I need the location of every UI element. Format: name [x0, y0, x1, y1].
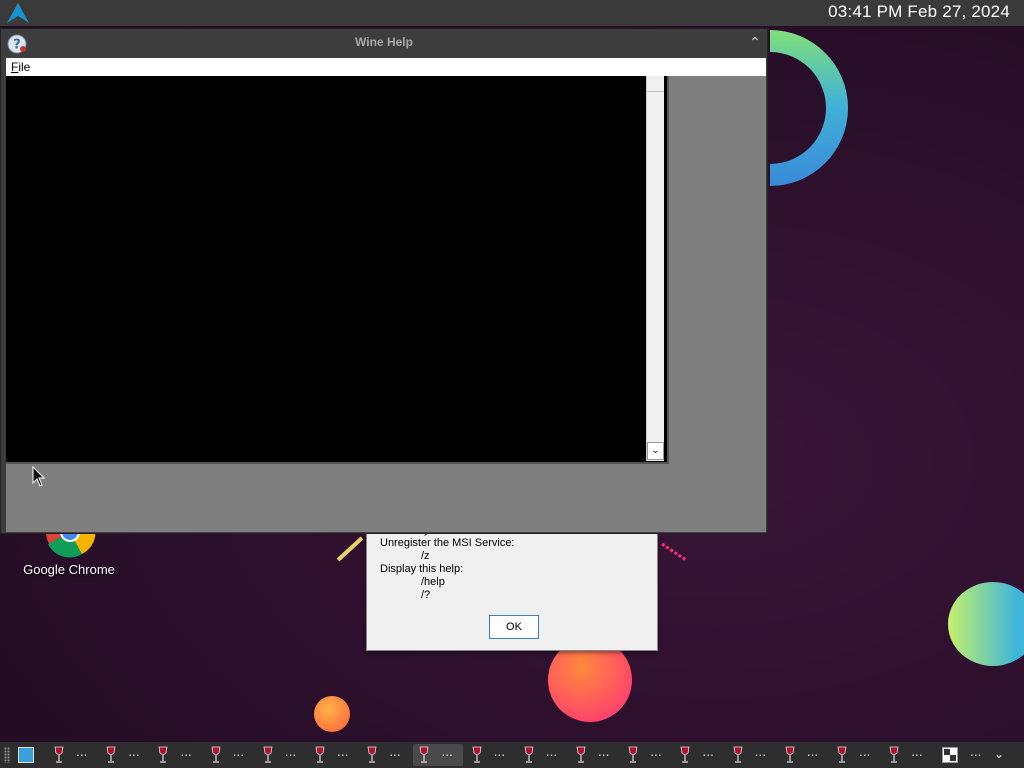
msi-help-line: Display this help: [380, 563, 464, 575]
task-label: ... [232, 745, 245, 759]
wine-glass-icon [733, 746, 743, 763]
task-label: ... [128, 745, 140, 759]
taskbar-task-button[interactable]: ... [100, 744, 150, 766]
task-label: ... [441, 745, 453, 759]
mouse-cursor-icon [32, 466, 46, 487]
workspace-switcher-icon[interactable] [942, 747, 958, 763]
taskbar-task-button[interactable]: ... [257, 744, 307, 766]
desktop-icon-label[interactable]: Google Chrome [14, 562, 124, 577]
taskbar-task-button[interactable]: ... [361, 744, 411, 766]
task-label: ... [859, 745, 871, 759]
taskbar-task-button[interactable]: ... [205, 744, 255, 766]
scroll-down-button[interactable]: ⌄ [647, 442, 664, 460]
wine-glass-icon [158, 746, 168, 763]
help-content-panel[interactable] [6, 76, 669, 464]
task-label: ... [598, 745, 610, 759]
decorative-pink-streak [661, 542, 687, 562]
scroll-up-button[interactable] [647, 76, 664, 92]
help-client-area: ⌄ [6, 76, 766, 532]
ok-button[interactable]: OK [489, 615, 539, 639]
task-label: ... [337, 745, 349, 759]
chevron-up-icon[interactable]: ⌃ [747, 35, 763, 51]
msi-help-line: Unregister the MSI Service: [380, 537, 515, 549]
msiexec-help-dialog: /y Unregister the MSI Service: /z Displa… [366, 524, 658, 651]
google-chrome-icon[interactable] [44, 530, 96, 558]
msi-help-line: /help [421, 576, 445, 588]
wine-glass-icon [315, 746, 325, 763]
task-label: ... [76, 745, 88, 759]
msi-help-text: /y Unregister the MSI Service: /z Displa… [380, 524, 515, 602]
clock[interactable]: 03:41 PM Feb 27, 2024 [828, 2, 1010, 22]
msi-help-line: /? [421, 589, 431, 601]
task-label: ... [389, 745, 401, 759]
wine-glass-icon [106, 746, 116, 763]
task-label: ... [911, 745, 923, 759]
chevron-down-icon[interactable]: ⌄ [994, 747, 1004, 761]
taskbar-task-button[interactable]: ... [831, 744, 881, 766]
vertical-scrollbar[interactable]: ⌄ [646, 76, 664, 461]
taskbar-task-button[interactable]: ... [309, 744, 359, 766]
wine-glass-icon [472, 746, 482, 763]
taskbar: ........................................… [0, 742, 1024, 768]
taskbar-task-button[interactable]: ... [779, 744, 829, 766]
wine-glass-icon [367, 746, 377, 763]
task-label: ... [806, 745, 819, 759]
wine-glass-icon [785, 746, 795, 763]
task-label: ... [545, 745, 558, 759]
menu-file-rest: ile [18, 60, 31, 74]
taskbar-task-button[interactable]: ... [570, 744, 620, 766]
wine-glass-icon [54, 746, 64, 763]
decorative-yellow-streak [336, 536, 364, 562]
wine-glass-icon [837, 746, 847, 763]
taskbar-task-button[interactable]: ... [518, 744, 568, 766]
menu-file[interactable]: File [11, 60, 30, 74]
top-panel: 03:41 PM Feb 27, 2024 [0, 0, 1024, 26]
msi-help-line: /z [421, 550, 430, 562]
wine-glass-icon [628, 746, 638, 763]
show-desktop-icon[interactable] [18, 747, 34, 763]
taskbar-task-button[interactable]: ... [413, 744, 464, 766]
task-label: ... [702, 745, 714, 759]
taskbar-task-button[interactable]: ... [727, 744, 777, 766]
wine-glass-icon [576, 746, 586, 763]
wine-help-window: ? Wine Help ⌃ File ⌄ [0, 28, 768, 534]
menu-bar: File [6, 58, 766, 76]
task-label: ... [493, 745, 506, 759]
taskbar-task-button[interactable]: ... [152, 744, 202, 766]
tray-overflow[interactable]: ... [970, 745, 981, 759]
taskbar-task-button[interactable]: ... [674, 744, 724, 766]
task-label: ... [180, 745, 192, 759]
wine-glass-icon [211, 746, 221, 763]
taskbar-task-button[interactable]: ... [48, 744, 98, 766]
wine-glass-icon [680, 746, 690, 763]
task-label: ... [650, 745, 662, 759]
wine-glass-icon [419, 746, 429, 763]
taskbar-grip[interactable] [4, 747, 10, 763]
wine-glass-icon [263, 746, 273, 763]
task-label: ... [754, 745, 767, 759]
decorative-small-ball [314, 696, 350, 732]
window-titlebar[interactable]: ? Wine Help ⌃ [1, 29, 767, 57]
window-title: Wine Help [355, 35, 413, 49]
taskbar-task-button[interactable]: ... [466, 744, 516, 766]
taskbar-task-button[interactable]: ... [622, 744, 672, 766]
task-label: ... [284, 745, 297, 759]
taskbar-task-button[interactable]: ... [883, 744, 933, 766]
wine-glass-icon [524, 746, 534, 763]
arch-linux-icon[interactable] [6, 2, 30, 24]
wine-glass-icon [889, 746, 899, 763]
